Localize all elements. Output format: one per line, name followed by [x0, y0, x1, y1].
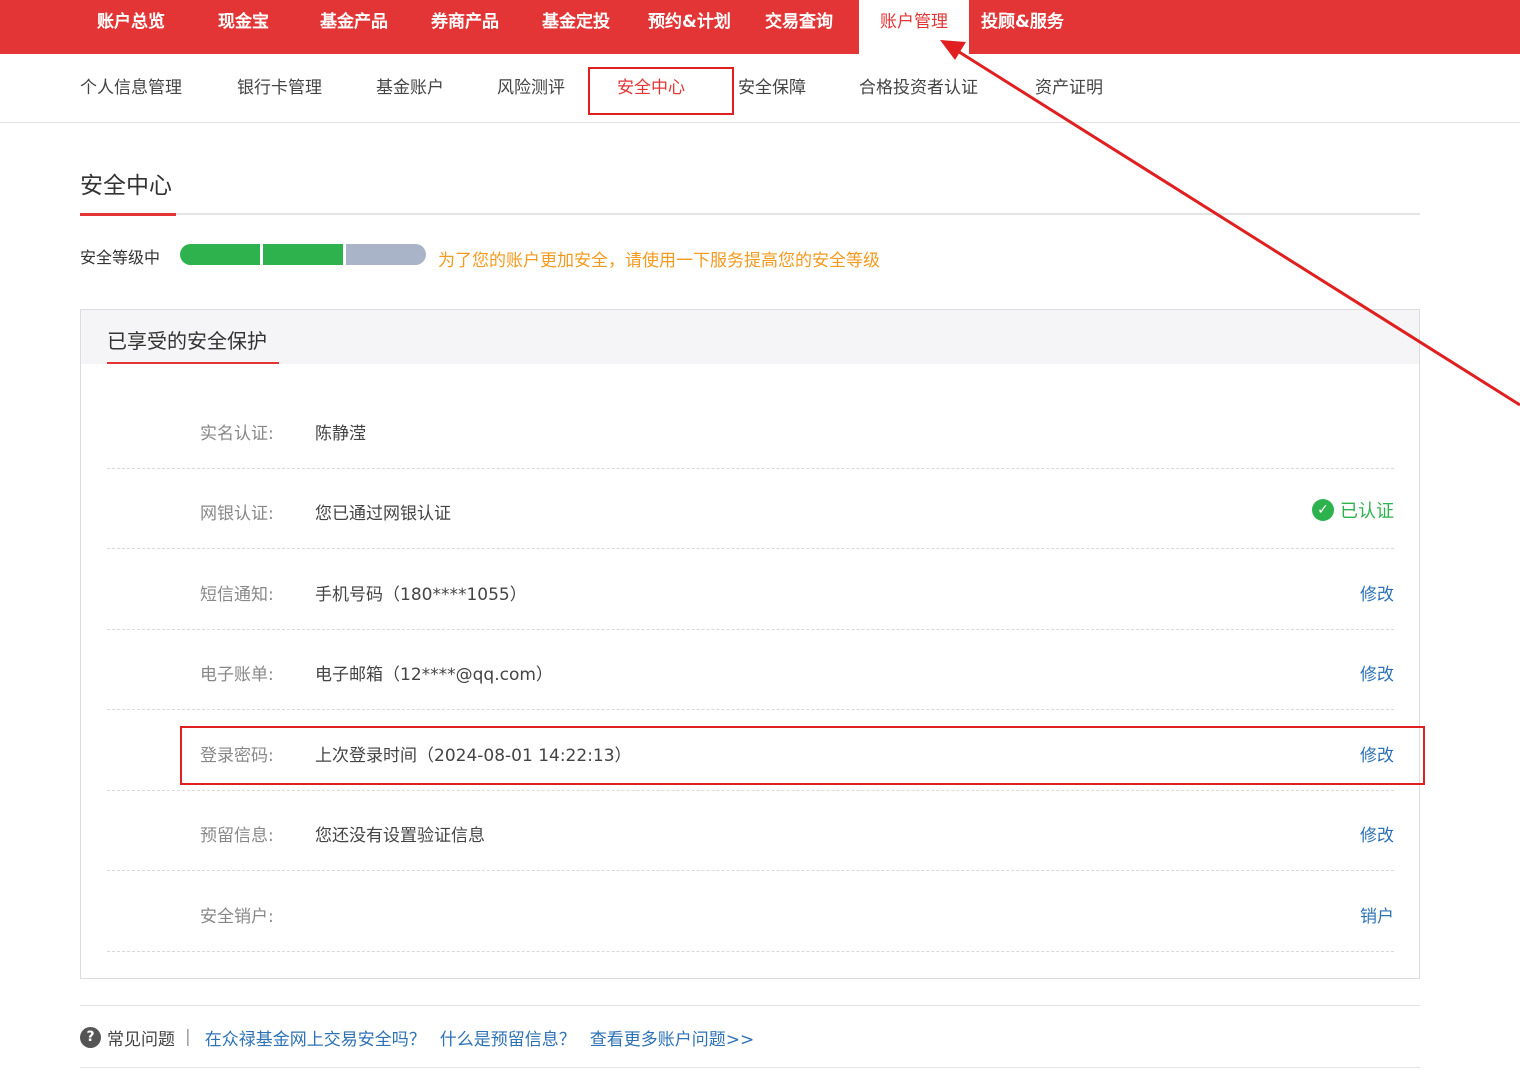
- subnav-item-asset-proof[interactable]: 资产证明: [1035, 54, 1103, 122]
- topnav-item-fund-fixed-investment[interactable]: 基金定投: [542, 0, 610, 54]
- row-value: 陈静滢: [315, 424, 366, 444]
- row-value: 电子邮箱（12****@qq.com）: [315, 665, 553, 685]
- sub-nav: 个人信息管理 银行卡管理 基金账户 风险测评 安全中心 安全保障 合格投资者认证…: [0, 54, 1520, 123]
- modify-email-link[interactable]: 修改: [1360, 660, 1394, 685]
- faq-label: 常见问题: [107, 1029, 175, 1050]
- topnav-item-fund-products[interactable]: 基金产品: [320, 0, 388, 54]
- modify-password-link[interactable]: 修改: [1360, 741, 1394, 766]
- row-login-password: 登录密码: 上次登录时间（2024-08-01 14:22:13） 修改: [107, 711, 1394, 791]
- row-value: 您还没有设置验证信息: [315, 826, 485, 846]
- faq-link-trading-safety[interactable]: 在众禄基金网上交易安全吗？: [205, 1025, 426, 1050]
- close-account-link[interactable]: 销户: [1360, 902, 1394, 927]
- subnav-item-fund-account[interactable]: 基金账户: [376, 54, 444, 122]
- subnav-item-personal-info[interactable]: 个人信息管理: [80, 54, 182, 122]
- faq-bar: ? 常见问题 | 在众禄基金网上交易安全吗？ 什么是预留信息？ 查看更多账户问题…: [80, 1025, 768, 1050]
- page-title: 安全中心: [80, 173, 172, 199]
- faq-divider-top: [80, 1005, 1420, 1006]
- title-underline: [80, 213, 176, 216]
- subnav-item-bank-card[interactable]: 银行卡管理: [237, 54, 322, 122]
- row-label: 短信通知:: [200, 585, 274, 605]
- row-value: 您已通过网银认证: [315, 504, 451, 524]
- row-sms-notice: 短信通知: 手机号码（180****1055） 修改: [107, 550, 1394, 630]
- security-protection-panel: 已享受的安全保护 实名认证: 陈静滢 网银认证: 您已通过网银认证 ✓ 已认证 …: [80, 309, 1420, 979]
- modify-phone-link[interactable]: 修改: [1360, 580, 1394, 605]
- security-level-label: 安全等级中: [80, 248, 161, 267]
- topnav-item-advisory-service[interactable]: 投顾&服务: [981, 0, 1064, 54]
- faq-link-reserved-info[interactable]: 什么是预留信息？: [440, 1025, 576, 1050]
- row-label: 登录密码:: [200, 746, 274, 766]
- topnav-item-cash-treasure[interactable]: 现金宝: [218, 0, 269, 54]
- check-circle-icon: ✓: [1312, 499, 1334, 521]
- panel-title-underline: [107, 362, 279, 364]
- question-icon: ?: [80, 1026, 101, 1048]
- topnav-item-account-overview[interactable]: 账户总览: [97, 0, 165, 54]
- topnav-item-transaction-query[interactable]: 交易查询: [765, 0, 833, 54]
- modify-reserved-info-link[interactable]: 修改: [1360, 821, 1394, 846]
- security-level-segment-2: [263, 244, 343, 265]
- topnav-item-broker-products[interactable]: 券商产品: [431, 0, 499, 54]
- row-label: 实名认证:: [200, 424, 274, 444]
- faq-separator: |: [185, 1027, 191, 1047]
- row-real-name: 实名认证: 陈静滢: [107, 389, 1394, 469]
- row-online-banking: 网银认证: 您已通过网银认证 ✓ 已认证: [107, 469, 1394, 549]
- topnav-item-reservation-plan[interactable]: 预约&计划: [648, 0, 731, 54]
- verified-status: ✓ 已认证: [1312, 497, 1394, 523]
- security-level-tip: 为了您的账户更加安全，请使用一下服务提高您的安全等级: [438, 251, 880, 271]
- topnav-item-account-management[interactable]: 账户管理: [859, 0, 969, 54]
- subnav-item-security-center[interactable]: 安全中心: [617, 54, 685, 122]
- row-value: 上次登录时间（2024-08-01 14:22:13）: [315, 746, 632, 766]
- row-reserved-info: 预留信息: 您还没有设置验证信息 修改: [107, 791, 1394, 871]
- faq-link-more-questions[interactable]: 查看更多账户问题>>: [590, 1025, 755, 1050]
- faq-divider-bottom: [80, 1067, 1420, 1068]
- row-e-statement: 电子账单: 电子邮箱（12****@qq.com） 修改: [107, 630, 1394, 710]
- subnav-item-security-guarantee[interactable]: 安全保障: [738, 54, 806, 122]
- security-level-segment-3: [346, 244, 426, 265]
- verified-label: 已认证: [1340, 501, 1394, 522]
- row-label: 预留信息:: [200, 826, 274, 846]
- title-divider: [80, 213, 1420, 215]
- subnav-item-risk-assessment[interactable]: 风险测评: [497, 54, 565, 122]
- row-value: 手机号码（180****1055）: [315, 585, 527, 605]
- row-label: 网银认证:: [200, 504, 274, 524]
- row-label: 电子账单:: [200, 665, 274, 685]
- panel-title: 已享受的安全保护: [107, 329, 267, 353]
- subnav-item-qualified-investor[interactable]: 合格投资者认证: [859, 54, 978, 122]
- row-label: 安全销户:: [200, 907, 274, 927]
- security-level-segment-1: [180, 244, 260, 265]
- panel-header: 已享受的安全保护: [81, 310, 1419, 364]
- row-close-account: 安全销户: 销户: [107, 872, 1394, 952]
- top-nav: 账户总览 现金宝 基金产品 券商产品 基金定投 预约&计划 交易查询 账户管理 …: [0, 0, 1520, 54]
